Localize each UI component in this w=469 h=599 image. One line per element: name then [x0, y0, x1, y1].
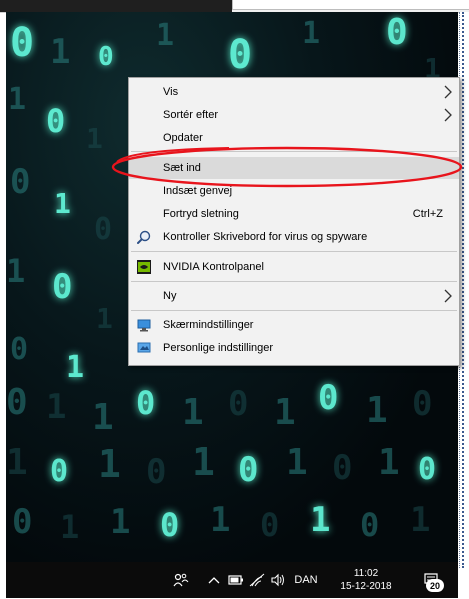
- menu-item-label: Personlige indstillinger: [163, 342, 274, 354]
- menu-item-nvidia-kontrolpanel[interactable]: NVIDIA Kontrolpanel: [129, 256, 459, 278]
- wallpaper-digit: 0: [136, 384, 156, 422]
- clock-time: 11:02: [353, 568, 379, 579]
- wallpaper-digit: 1: [110, 502, 131, 542]
- screenshot-frame: 0 1 0 1 0 1 0 1 1 0 1 0 1 0 1 0 1 0 1 0 …: [0, 0, 469, 599]
- menu-item-sorter-efter[interactable]: Sortér efter: [129, 104, 459, 126]
- wallpaper-digit: 1: [192, 440, 215, 484]
- magnifier-shield-icon: [137, 230, 151, 244]
- wallpaper-digit: 1: [286, 442, 308, 483]
- wallpaper-digit: 1: [54, 187, 71, 220]
- wallpaper-digit: 0: [46, 102, 66, 140]
- wallpaper-digit: 1: [6, 252, 26, 290]
- wallpaper-digit: 1: [46, 387, 67, 427]
- chevron-right-icon: [443, 108, 453, 125]
- wallpaper-digit: 1: [60, 508, 80, 546]
- menu-separator: [131, 251, 457, 252]
- wallpaper-digit: 0: [94, 212, 113, 247]
- wallpaper-digit: 1: [378, 442, 400, 483]
- clock[interactable]: 11:02 15-12-2018: [334, 562, 398, 598]
- wallpaper-digit: 0: [332, 448, 353, 488]
- parent-window-field: [232, 0, 469, 10]
- wallpaper-digit: 1: [210, 500, 231, 540]
- wallpaper-digit: 1: [410, 500, 431, 540]
- wifi-icon[interactable]: [248, 562, 266, 598]
- wallpaper-digit: 1: [86, 122, 103, 155]
- menu-item-label: Vis: [163, 86, 179, 98]
- menu-separator: [131, 281, 457, 282]
- notification-count-badge: 20: [426, 579, 444, 592]
- wallpaper-digit: 1: [8, 82, 27, 117]
- menu-item-ny[interactable]: Ny: [129, 285, 459, 307]
- volume-icon[interactable]: [269, 562, 287, 598]
- wallpaper-digit: 1: [310, 500, 331, 540]
- action-center-button[interactable]: 20: [416, 562, 446, 598]
- display-settings-icon: [137, 318, 151, 332]
- wallpaper-digit: 0: [260, 506, 280, 544]
- wallpaper-digit: 1: [92, 397, 114, 438]
- wallpaper-digit: 0: [98, 42, 114, 72]
- language-indicator[interactable]: DAN: [291, 562, 321, 598]
- wallpaper-digit: 1: [156, 18, 175, 53]
- menu-item-personlige-indstillinger[interactable]: Personlige indstillinger: [129, 337, 459, 359]
- chevron-up-icon[interactable]: [206, 562, 222, 598]
- wallpaper-digit: 1: [182, 392, 204, 433]
- wallpaper-digit: 0: [160, 506, 180, 544]
- menu-item-label: Kontroller Skrivebord for virus og spywa…: [163, 231, 368, 243]
- taskbar: DAN 11:02 15-12-2018 20: [6, 562, 458, 598]
- wallpaper-digit: 1: [366, 390, 388, 431]
- menu-item-label: Fortryd sletning: [163, 208, 239, 220]
- dotted-border: [462, 12, 469, 568]
- parent-window-dark-area: [0, 0, 232, 12]
- menu-item-label: Sortér efter: [163, 109, 219, 121]
- wallpaper-digit: 0: [10, 332, 29, 367]
- menu-item-label: NVIDIA Kontrolpanel: [163, 261, 264, 273]
- wallpaper-digit: 0: [50, 454, 69, 489]
- nvidia-icon: [137, 260, 151, 274]
- wallpaper-digit: 0: [228, 384, 249, 424]
- battery-icon[interactable]: [227, 562, 245, 598]
- wallpaper-digit: 0: [12, 502, 33, 542]
- wallpaper-digit: 1: [66, 350, 85, 385]
- menu-item-label: Opdater: [163, 132, 203, 144]
- wallpaper-digit: 1: [98, 442, 121, 486]
- wallpaper-digit: 0: [418, 452, 437, 487]
- wallpaper-digit: 1: [302, 16, 321, 51]
- wallpaper-digit: 0: [10, 162, 31, 202]
- wallpaper-digit: 0: [228, 32, 253, 78]
- red-annotation-ellipse: [111, 146, 463, 188]
- personalize-icon: [137, 341, 151, 355]
- wallpaper-digit: 1: [50, 32, 71, 72]
- menu-item-shortcut: Ctrl+Z: [412, 208, 443, 220]
- wallpaper-digit: 0: [318, 378, 339, 418]
- chevron-right-icon: [443, 85, 453, 102]
- wallpaper-digit: 0: [146, 452, 167, 492]
- menu-separator: [131, 310, 457, 311]
- wallpaper-digit: 0: [238, 450, 259, 490]
- menu-item-vis[interactable]: Vis: [129, 81, 459, 103]
- wallpaper-digit: 0: [52, 267, 73, 307]
- menu-item-kontroller-skrivebord[interactable]: Kontroller Skrivebord for virus og spywa…: [129, 226, 459, 248]
- clock-date: 15-12-2018: [340, 581, 392, 592]
- wallpaper-digit: 0: [386, 12, 408, 53]
- people-icon[interactable]: [172, 562, 190, 598]
- desktop-context-menu: Vis Sortér efter Opdater Sæt ind Indsæt …: [128, 77, 460, 366]
- window-resize-edge[interactable]: [459, 12, 469, 568]
- menu-item-label: Skærmindstillinger: [163, 319, 254, 331]
- wallpaper-digit: 0: [6, 382, 28, 423]
- wallpaper-digit: 0: [10, 20, 35, 66]
- wallpaper-digit: 1: [96, 302, 113, 335]
- menu-item-skaermindstillinger[interactable]: Skærmindstillinger: [129, 314, 459, 336]
- chevron-right-icon: [443, 289, 453, 306]
- wallpaper-digit: 1: [274, 392, 296, 433]
- wallpaper-digit: 1: [6, 442, 28, 483]
- menu-item-label: Ny: [163, 290, 177, 302]
- menu-item-fortryd-sletning[interactable]: Fortryd sletning Ctrl+Z: [129, 203, 459, 225]
- wallpaper-digit: 0: [360, 506, 380, 544]
- wallpaper-digit: 0: [412, 384, 433, 424]
